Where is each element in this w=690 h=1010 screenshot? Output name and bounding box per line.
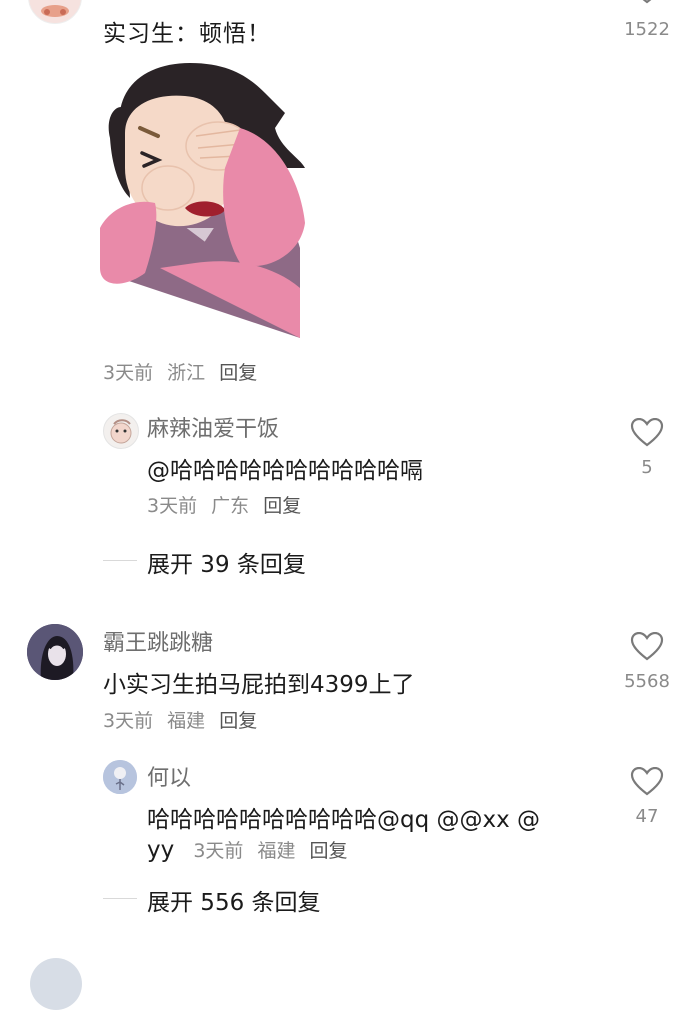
reply-button[interactable]: 回复 bbox=[219, 362, 257, 384]
expand-replies-button[interactable]: 展开 39 条回复 bbox=[147, 545, 306, 579]
heart-icon bbox=[630, 766, 664, 796]
comment-text: 实习生：顿悟！ bbox=[103, 21, 271, 47]
reply-text: yy bbox=[147, 837, 175, 863]
reply-text: 哈哈哈哈哈哈哈哈哈哈@qq @@xx @ bbox=[147, 807, 541, 833]
location: 福建 bbox=[257, 840, 296, 862]
comment-text: 小实习生拍马屁拍到4399上了 bbox=[103, 672, 415, 698]
reply-meta: 3天前 广东 回复 bbox=[147, 491, 309, 518]
avatar[interactable] bbox=[27, 624, 83, 680]
like-button[interactable] bbox=[630, 417, 664, 452]
reply-button[interactable]: 回复 bbox=[310, 840, 348, 862]
avatar-image-icon bbox=[27, 624, 83, 680]
location: 广东 bbox=[211, 495, 250, 517]
avatar[interactable] bbox=[103, 413, 139, 449]
comment-meta: 3天前 浙江 回复 bbox=[103, 358, 265, 385]
avatar-image-icon bbox=[110, 419, 132, 444]
avatar[interactable] bbox=[30, 958, 82, 1010]
like-button[interactable] bbox=[630, 0, 664, 6]
heart-icon bbox=[630, 417, 664, 447]
reply-meta: 3天前 福建 回复 bbox=[193, 840, 355, 862]
like-count: 1522 bbox=[624, 19, 670, 40]
divider bbox=[103, 898, 137, 899]
timestamp: 3天前 bbox=[193, 840, 244, 862]
username[interactable]: 麻辣油爱干饭 bbox=[147, 411, 279, 443]
heart-icon bbox=[642, 0, 652, 4]
username[interactable]: 何以 bbox=[147, 760, 191, 792]
avatar[interactable] bbox=[28, 0, 82, 24]
timestamp: 3天前 bbox=[103, 710, 154, 732]
expand-replies-button[interactable]: 展开 556 条回复 bbox=[147, 883, 321, 917]
location: 浙江 bbox=[167, 362, 206, 384]
username[interactable]: 霸王跳跳糖 bbox=[103, 625, 213, 657]
like-count: 47 bbox=[635, 806, 659, 827]
sticker-image-icon bbox=[100, 63, 306, 338]
reply-button[interactable]: 回复 bbox=[219, 710, 257, 732]
like-count: 5 bbox=[641, 457, 653, 478]
like-button[interactable] bbox=[630, 766, 664, 801]
timestamp: 3天前 bbox=[147, 495, 198, 517]
divider bbox=[103, 560, 137, 561]
like-button[interactable] bbox=[630, 631, 664, 666]
reply-text: @哈哈哈哈哈哈哈哈哈哈嗝 bbox=[147, 458, 423, 484]
reply-text-continued: yy 3天前 福建 回复 bbox=[147, 836, 356, 863]
comment-meta: 3天前 福建 回复 bbox=[103, 706, 265, 733]
timestamp: 3天前 bbox=[103, 362, 154, 384]
heart-icon bbox=[630, 631, 664, 661]
avatar-image-icon bbox=[41, 5, 69, 17]
avatar[interactable] bbox=[103, 760, 137, 794]
reply-button[interactable]: 回复 bbox=[263, 495, 301, 517]
avatar-image-icon bbox=[103, 760, 137, 794]
facepalm-girl-sticker[interactable] bbox=[100, 58, 310, 343]
location: 福建 bbox=[167, 710, 206, 732]
like-count: 5568 bbox=[624, 671, 670, 692]
